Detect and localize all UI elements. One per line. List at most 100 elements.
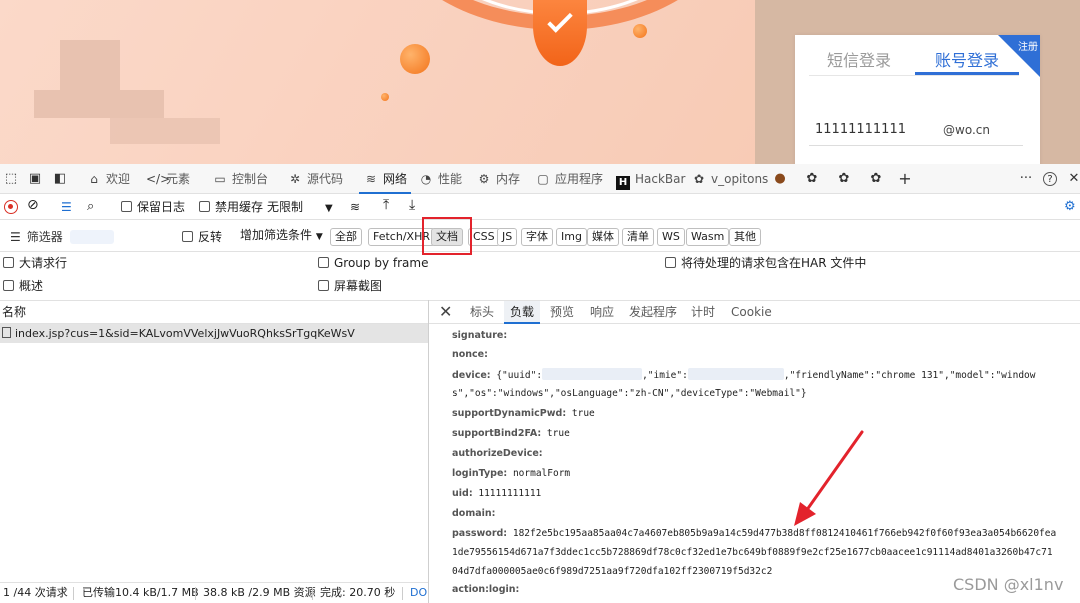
har-pending-checkbox[interactable]: 将待处理的请求包含在HAR 文件中 (665, 252, 866, 275)
request-row[interactable]: index.jsp?cus=1&sid=KALvomVVelxjJwVuoRQh… (0, 324, 428, 343)
filter-input[interactable]: ☰ 筛选器 (6, 227, 114, 247)
payload-row: device: {"uuid": ,"imie": ,"friendlyName":… (452, 368, 1036, 383)
tab-application[interactable]: ▢ 应用程序 (535, 164, 603, 194)
decorative-orb (400, 44, 430, 74)
disable-cache-checkbox[interactable]: 禁用缓存 (199, 199, 263, 215)
invert-checkbox[interactable]: 反转 (182, 229, 222, 245)
tab-preview[interactable]: 预览 (550, 301, 574, 324)
tab-hackbar[interactable]: H HackBar (616, 164, 685, 194)
chip-all[interactable]: 全部 (330, 228, 362, 246)
payload-value: normalForm (512, 468, 571, 479)
cookie-extension-icon[interactable]: ● (772, 171, 788, 187)
preserve-log-checkbox[interactable]: 保留日志 (121, 199, 185, 215)
tab-label: 欢迎 (106, 172, 131, 186)
filter-toggle-icon[interactable]: ☰ (61, 199, 72, 215)
app-icon: ▢ (537, 172, 549, 186)
throttle-select[interactable]: 无限制 ▼ (267, 199, 333, 217)
har-pending-label: 将待处理的请求包含在HAR 文件中 (681, 256, 867, 270)
payload-key: loginType: (452, 468, 508, 479)
tab-response[interactable]: 响应 (590, 301, 614, 324)
puzzle-icon[interactable]: ✿ (836, 171, 852, 187)
inspect-icon[interactable]: ⬚ (3, 171, 19, 187)
group-by-frame-label: Group by frame (334, 256, 429, 270)
payload-row: domain: (452, 507, 495, 521)
tab-v-opitons[interactable]: ✿ v_opitons (691, 164, 768, 194)
overview-checkbox[interactable]: 概述 (3, 275, 43, 298)
throttle-value: 无限制 (267, 200, 304, 214)
chip-media[interactable]: 媒体 (587, 228, 619, 246)
tab-initiator[interactable]: 发起程序 (629, 301, 677, 324)
payload-key: action:login: (452, 584, 520, 595)
close-icon[interactable]: ✕ (439, 302, 452, 322)
payload-key: supportBind2FA: (452, 428, 542, 439)
decorative-orb (633, 24, 647, 38)
tab-welcome[interactable]: ⌂ 欢迎 (86, 164, 130, 194)
export-har-icon[interactable]: ⤓ (409, 197, 415, 213)
big-rows-checkbox[interactable]: 大请求行 (3, 252, 67, 275)
chevron-down-icon: ▼ (315, 232, 323, 242)
preserve-log-label: 保留日志 (137, 200, 186, 214)
separator (195, 587, 196, 600)
chip-wasm[interactable]: Wasm (686, 228, 730, 246)
separator (73, 587, 74, 600)
filter-icon: ☰ (10, 230, 21, 244)
tab-sources[interactable]: ✲ 源代码 (287, 164, 343, 194)
payload-value: 1de79556154d671a7f3ddec1cc5b728869df78c0… (452, 547, 1053, 558)
tab-performance[interactable]: ◔ 性能 (418, 164, 462, 194)
more-icon[interactable]: ··· (1018, 171, 1034, 187)
tab-label: v_opitons (711, 172, 769, 186)
add-tab-button[interactable]: + (897, 171, 913, 187)
group-by-frame-checkbox[interactable]: Group by frame (318, 252, 428, 275)
search-icon[interactable]: ⌕ (87, 199, 94, 215)
settings-gear-icon[interactable]: ⚙ (1064, 199, 1076, 215)
redacted-value (542, 368, 643, 380)
import-har-icon[interactable]: ⤒ (383, 197, 389, 213)
tab-label: 元素 (166, 172, 191, 186)
tab-label: 源代码 (307, 172, 344, 186)
payload-value: 04d7dfa000005ae0c6f989d7251aa9f720dfa102… (452, 566, 773, 577)
separator (312, 587, 313, 600)
name-column-header[interactable]: 名称 (0, 300, 428, 324)
close-icon[interactable]: ✕ (1066, 171, 1080, 187)
screenshots-checkbox[interactable]: 屏幕截图 (318, 275, 382, 298)
puzzle-icon[interactable]: ✿ (804, 171, 820, 187)
chip-manifest[interactable]: 清单 (622, 228, 654, 246)
tab-timing[interactable]: 计时 (691, 301, 715, 324)
chip-other[interactable]: 其他 (729, 228, 761, 246)
chip-img[interactable]: Img (556, 228, 587, 246)
chip-css[interactable]: CSS (468, 228, 500, 246)
panel-divider[interactable] (428, 300, 429, 603)
tab-account-login[interactable]: 账号登录 (935, 47, 999, 71)
annotation-arrow (794, 430, 864, 526)
chip-font[interactable]: 字体 (521, 228, 553, 246)
payload-view: signature: nonce: device: {"uuid": ,"imie… (452, 325, 1080, 585)
tab-sms-login[interactable]: 短信登录 (827, 47, 891, 71)
clear-icon[interactable]: ⊘ (27, 197, 39, 213)
more-filters-dropdown[interactable]: 增加筛选条件 ▼ (240, 227, 323, 245)
checkbox-icon (121, 201, 132, 212)
watermark: CSDN @xl1nv (953, 575, 1064, 594)
username-input[interactable]: 11111111111 (815, 122, 906, 137)
payload-value: 11111111111 (478, 488, 542, 499)
tab-elements[interactable]: </>元素 (146, 164, 190, 194)
tab-memory[interactable]: ⚙ 内存 (476, 164, 520, 194)
puzzle-icon[interactable]: ✿ (868, 171, 884, 187)
tab-console[interactable]: ▭ 控制台 (212, 164, 268, 194)
register-link[interactable]: 注册 (1018, 38, 1038, 53)
payload-value: true (546, 428, 570, 439)
chip-ws[interactable]: WS (657, 228, 685, 246)
tab-payload[interactable]: 负载 (504, 301, 541, 324)
tab-cookie[interactable]: Cookie (731, 301, 772, 324)
network-conditions-icon[interactable]: ≋ (350, 199, 360, 215)
filter-input-field (70, 230, 114, 244)
tab-headers[interactable]: 标头 (470, 301, 494, 324)
tab-network[interactable]: ≋ 网络 (359, 164, 412, 194)
dock-icon[interactable]: ◧ (52, 171, 68, 187)
payload-row: action:login: (452, 583, 519, 597)
invert-label: 反转 (198, 230, 223, 244)
record-icon[interactable] (4, 200, 18, 214)
help-icon[interactable]: ? (1043, 172, 1057, 186)
payload-row: s","os":"windows","osLanguage":"zh-CN","… (452, 387, 807, 401)
device-emulation-icon[interactable]: ▣ (27, 171, 43, 187)
chip-js[interactable]: JS (497, 228, 518, 246)
